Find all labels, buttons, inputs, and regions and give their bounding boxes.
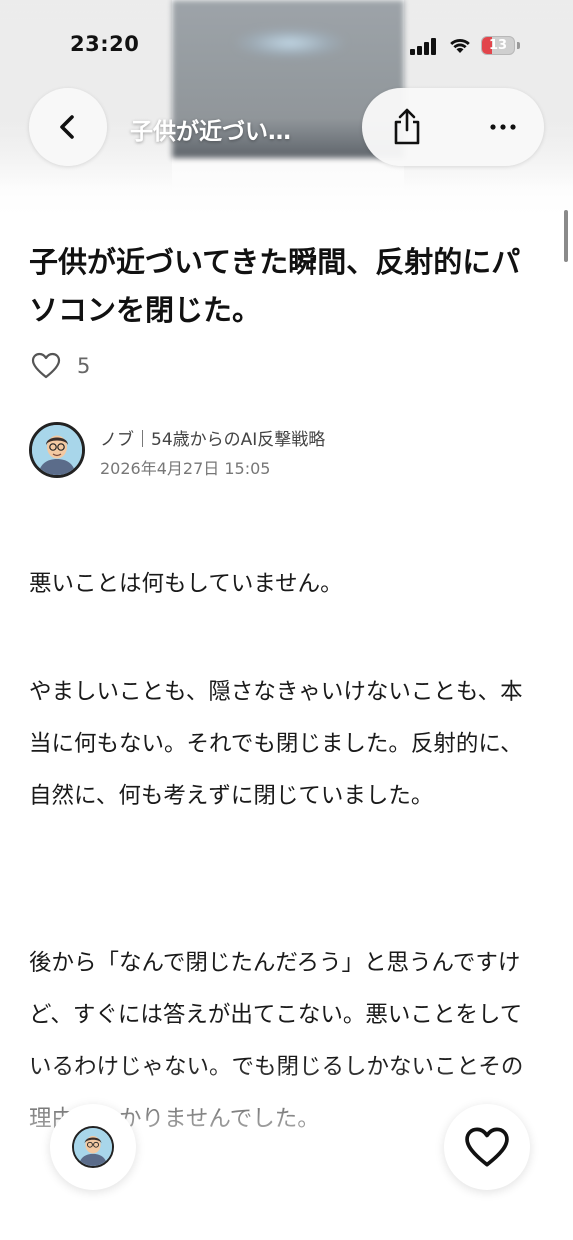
heart-outline-icon [31, 352, 61, 379]
heart-icon [465, 1127, 509, 1167]
author-avatar[interactable] [29, 422, 85, 478]
paragraph: やましいことも、隠さなきゃいけないことも、本当に何もない。それでも閉じました。反… [29, 679, 523, 809]
share-icon [394, 108, 420, 145]
back-button[interactable] [29, 88, 107, 166]
status-time: 23:20 [70, 32, 140, 56]
like-count: 5 [77, 354, 91, 378]
floating-like-button[interactable] [444, 1104, 530, 1190]
author-name[interactable]: ノブ｜54歳からのAI反撃戦略 [100, 425, 325, 450]
battery-level: 13 [488, 38, 508, 53]
chevron-left-icon [60, 115, 74, 139]
floating-author-avatar [72, 1126, 114, 1168]
signal-icon [410, 37, 438, 55]
paragraph: 悪いことは何もしていません。 [29, 571, 343, 597]
battery-cap [517, 42, 520, 49]
battery-icon: 13 [481, 36, 515, 55]
more-button[interactable] [462, 88, 544, 166]
more-horizontal-icon [490, 124, 516, 130]
publish-date: 2026年4月27日 15:05 [100, 459, 271, 478]
scrollbar[interactable] [564, 210, 568, 262]
floating-author-button[interactable] [50, 1104, 136, 1190]
hero-thumbnail-glow [235, 28, 345, 58]
share-button[interactable] [362, 88, 452, 166]
header-title: 子供が近づい… [130, 119, 291, 145]
header-action-pill [362, 88, 544, 166]
article-title: 子供が近づいてきた瞬間、反射的にパソコンを閉じた。 [29, 245, 521, 327]
wifi-icon [448, 35, 472, 55]
